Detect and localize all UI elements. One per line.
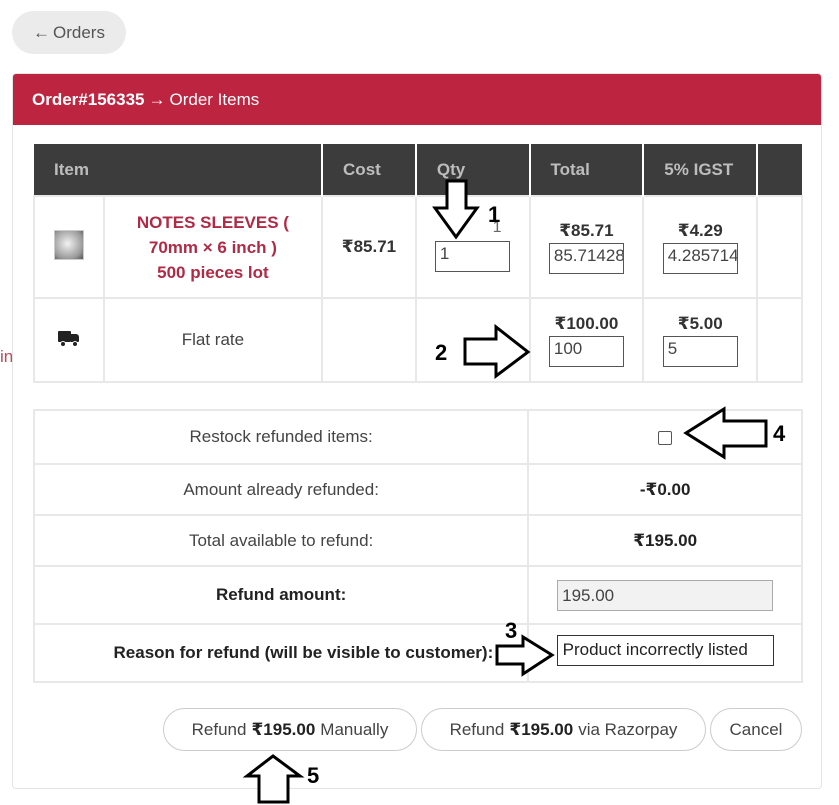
arrow-down-1 — [432, 179, 480, 240]
annotation-2: 2 — [435, 340, 448, 365]
arrow-up-5 — [242, 754, 305, 804]
annotation-4: 4 — [773, 421, 786, 446]
annotation-3: 3 — [505, 618, 518, 643]
annotation-arrows — [242, 179, 768, 804]
arrow-left-4 — [683, 406, 768, 460]
annotation-5: 5 — [307, 763, 320, 788]
arrow-right-2 — [463, 323, 531, 379]
annotation-1: 1 — [488, 202, 501, 227]
